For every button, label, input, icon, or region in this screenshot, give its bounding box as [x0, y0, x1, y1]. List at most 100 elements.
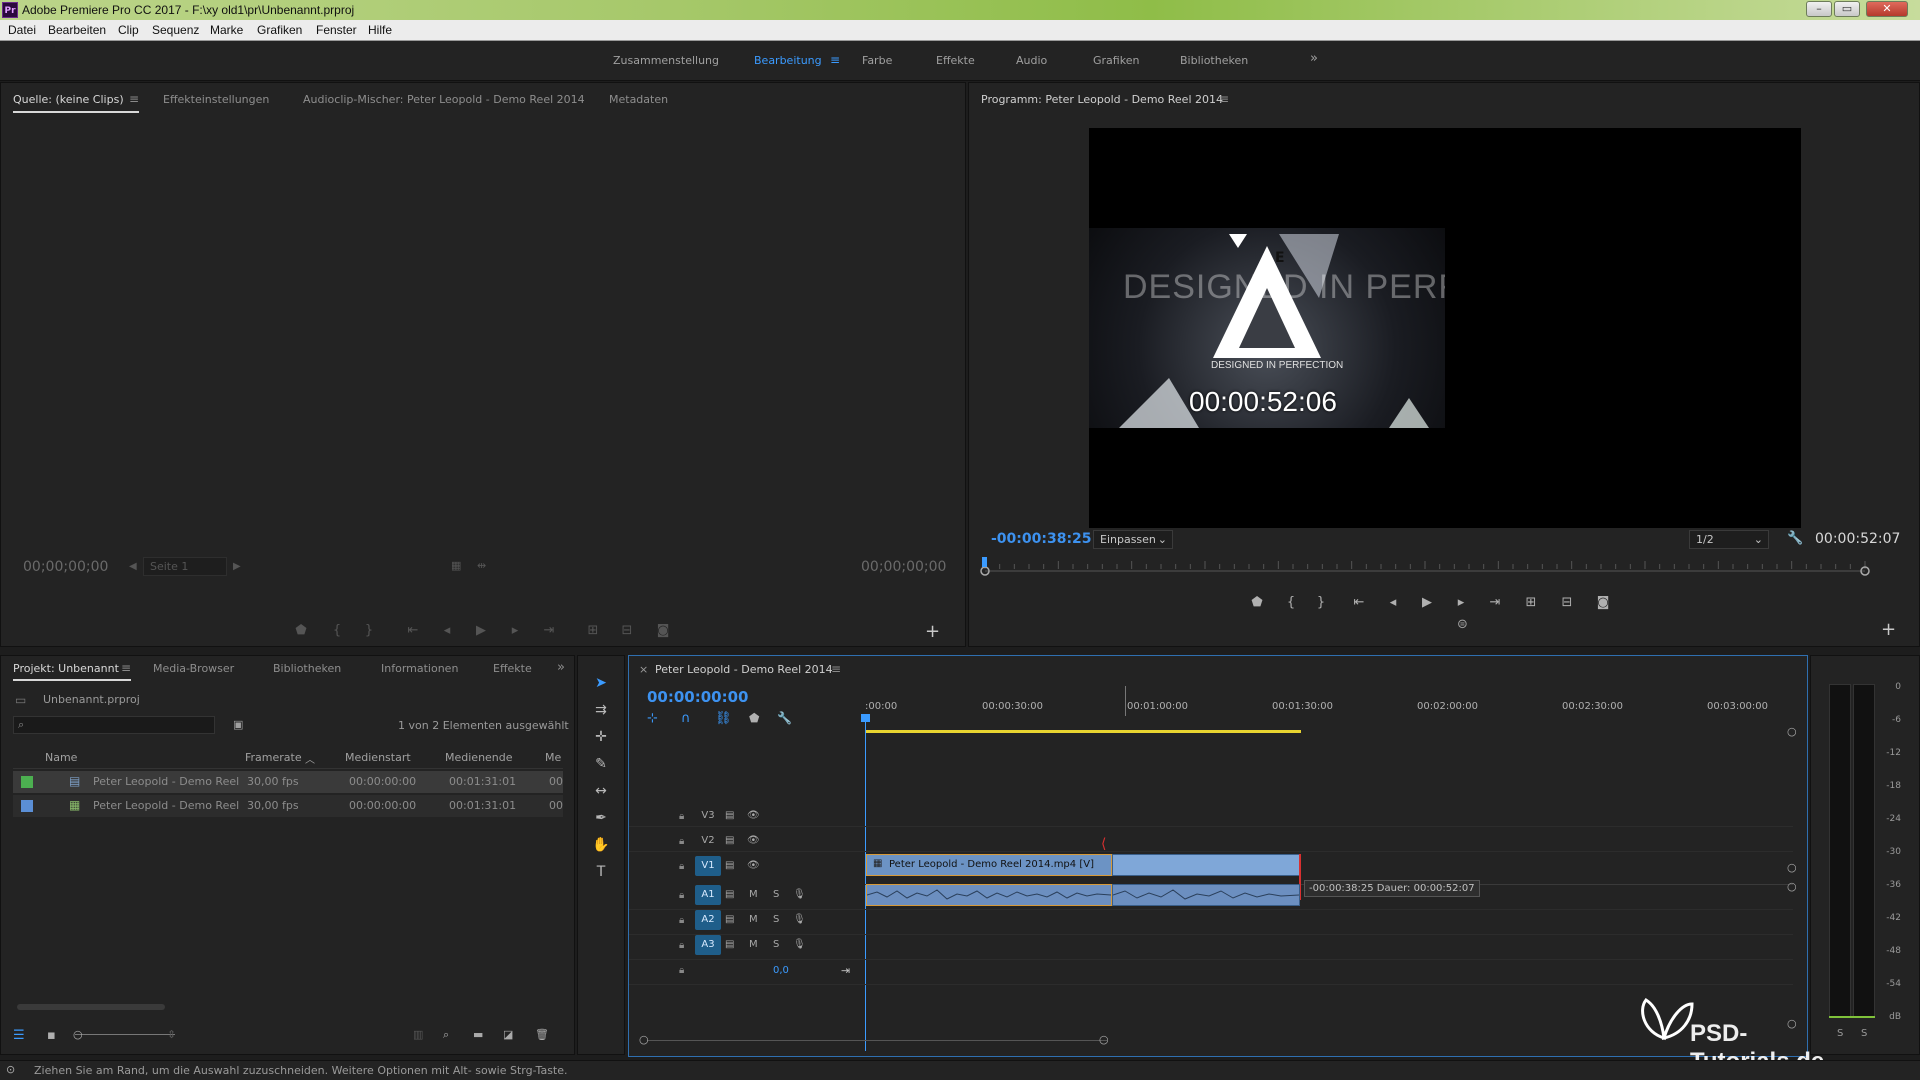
lock-icon[interactable]: 🔒︎	[679, 836, 684, 847]
program-time-ruler[interactable]	[979, 557, 1879, 577]
solo-button[interactable]: S	[773, 889, 779, 900]
zoom-handle-left[interactable]: ○	[639, 1033, 649, 1046]
icon-view-icon[interactable]: ▪	[47, 1028, 56, 1043]
timeline-close-icon[interactable]: ×	[639, 663, 648, 676]
source-prev-page-icon[interactable]: ◀	[129, 561, 137, 572]
lock-icon[interactable]: 🔒︎	[679, 811, 684, 822]
find-icon[interactable]: ⌕	[443, 1028, 449, 1042]
solo-button[interactable]: S	[773, 939, 779, 950]
lock-icon[interactable]: 🔒︎	[679, 915, 684, 926]
workspace-audio[interactable]: Audio	[1016, 54, 1047, 67]
label-color-swatch[interactable]	[21, 776, 33, 788]
sort-icon[interactable]: ⇕	[167, 1028, 176, 1041]
pen-tool-icon[interactable]: ✒	[590, 807, 612, 829]
tab-media-browser[interactable]: Media-Browser	[153, 662, 234, 675]
menu-sequenz[interactable]: Sequenz	[152, 23, 199, 37]
source-step-forward-icon[interactable]: ▸	[505, 623, 525, 638]
track-a3-label[interactable]: A3	[695, 935, 721, 955]
program-add-button-icon[interactable]: +	[1881, 619, 1896, 640]
source-safe-margins-icon[interactable]: ▦	[451, 559, 461, 572]
slip-tool-icon[interactable]: ↔	[590, 780, 612, 802]
track-v2-label[interactable]: V2	[695, 831, 721, 851]
menu-bearbeiten[interactable]: Bearbeiten	[48, 23, 106, 37]
source-panel-menu-icon[interactable]: ≡	[129, 92, 139, 106]
tab-source[interactable]: Quelle: (keine Clips)	[13, 93, 124, 106]
audio-scroll-handle-top[interactable]: ○	[1787, 880, 1797, 893]
new-search-bin-icon[interactable]: ▣	[233, 718, 243, 731]
audio-clip-trimmed[interactable]	[866, 884, 1112, 906]
microphone-icon[interactable]: 🎙︎	[793, 939, 806, 950]
hand-tool-icon[interactable]: ✋	[590, 834, 612, 856]
timeline-zoom-scrollbar[interactable]	[647, 1040, 1107, 1041]
step-forward-icon[interactable]: ▸	[1451, 595, 1471, 610]
program-panel-menu-icon[interactable]: ≡	[1219, 92, 1229, 106]
tab-effect-controls[interactable]: Effekteinstellungen	[163, 93, 269, 106]
sync-lock-icon[interactable]: ▤	[725, 939, 734, 950]
mark-in-icon[interactable]: {	[1281, 595, 1301, 610]
source-add-button-icon[interactable]: +	[925, 621, 940, 642]
source-mark-in-icon[interactable]: {	[327, 623, 347, 638]
master-volume-value[interactable]: 0,0	[773, 965, 789, 976]
timeline-ruler[interactable]: :00:00 00:00:30:00 00:01:00:00 00:01:30:…	[865, 701, 1785, 717]
column-media-start[interactable]: Medienstart	[345, 751, 411, 764]
workspace-overflow-icon[interactable]: »	[1310, 51, 1318, 66]
label-color-swatch[interactable]	[21, 800, 33, 812]
source-go-to-in-icon[interactable]: ⇤	[403, 623, 423, 638]
program-resolution-select[interactable]: 1/2 ⌄	[1689, 530, 1769, 549]
trash-icon[interactable]: 🗑	[535, 1028, 549, 1041]
track-v1-label[interactable]: V1	[695, 856, 721, 876]
source-play-icon[interactable]: ▶	[471, 623, 491, 638]
nest-sequence-icon[interactable]: ⊹	[647, 711, 658, 726]
video-clip-trimmed[interactable]: ▦ Peter Leopold - Demo Reel 2014.mp4 [V]	[866, 854, 1112, 876]
source-drag-icon[interactable]: ⇹	[477, 559, 486, 572]
tab-metadata[interactable]: Metadaten	[609, 93, 668, 106]
tab-effects[interactable]: Effekte	[493, 662, 532, 675]
menu-marke[interactable]: Marke	[210, 23, 243, 37]
workspace-menu-icon[interactable]: ≡	[830, 53, 840, 67]
project-search-input[interactable]: ⌕	[13, 716, 215, 734]
menu-grafiken[interactable]: Grafiken	[257, 23, 302, 37]
column-media-end[interactable]: Medienende	[445, 751, 513, 764]
sort-ascending-icon[interactable]: ︿	[305, 751, 315, 766]
eye-icon[interactable]: 👁︎	[747, 860, 760, 871]
workspace-zusammenstellung[interactable]: Zusammenstellung	[613, 54, 719, 67]
sync-lock-icon[interactable]: ▤	[725, 889, 734, 900]
source-step-back-icon[interactable]: ◂	[437, 623, 457, 638]
play-icon[interactable]: ▶	[1417, 595, 1437, 610]
program-playhead[interactable]	[982, 557, 987, 567]
sync-lock-icon[interactable]: ▤	[725, 860, 734, 871]
add-marker-icon[interactable]: ⬟	[1247, 595, 1267, 610]
zoom-handle-right[interactable]: ○	[1099, 1033, 1109, 1046]
track-select-tool-icon[interactable]: ⇉	[590, 699, 612, 721]
tab-project[interactable]: Projekt: Unbenannt	[13, 662, 119, 675]
column-more[interactable]: Me	[545, 751, 561, 764]
export-frame-icon[interactable]: ◙	[1593, 595, 1613, 610]
video-clip[interactable]	[1112, 854, 1300, 876]
microphone-icon[interactable]: 🎙︎	[793, 889, 806, 900]
timeline-timecode[interactable]: 00:00:00:00	[647, 688, 749, 706]
tab-timeline-sequence[interactable]: Peter Leopold - Demo Reel 2014	[655, 663, 833, 676]
mute-button[interactable]: M	[749, 889, 758, 900]
source-timecode-left[interactable]: 00;00;00;00	[23, 559, 108, 575]
project-panel-menu-icon[interactable]: ≡	[121, 661, 131, 675]
video-scroll-handle-top[interactable]: ○	[1787, 725, 1797, 738]
eye-icon[interactable]: 👁︎	[747, 810, 760, 821]
workspace-bearbeitung[interactable]: Bearbeitung	[754, 54, 822, 67]
linked-selection-icon[interactable]: ⛓	[715, 711, 732, 726]
eye-icon[interactable]: 👁︎	[747, 835, 760, 846]
workspace-effekte[interactable]: Effekte	[936, 54, 975, 67]
track-v3-label[interactable]: V3	[695, 806, 721, 826]
close-button[interactable]: ✕	[1866, 1, 1908, 17]
tab-libraries[interactable]: Bibliotheken	[273, 662, 341, 675]
tab-audio-clip-mixer[interactable]: Audioclip-Mischer: Peter Leopold - Demo …	[303, 93, 585, 106]
lock-icon[interactable]: 🔒︎	[679, 940, 684, 951]
zoom-slider[interactable]	[75, 1034, 175, 1035]
snap-magnet-icon[interactable]: ∩	[681, 711, 691, 726]
extract-icon[interactable]: ⊟	[1557, 595, 1577, 610]
source-overwrite-icon[interactable]: ⊟	[617, 623, 637, 638]
tab-info[interactable]: Informationen	[381, 662, 458, 675]
zoom-slider-handle[interactable]: ○	[73, 1028, 83, 1041]
solo-button[interactable]: S	[773, 914, 779, 925]
automate-to-sequence-icon[interactable]: ▥	[413, 1028, 423, 1041]
menu-fenster[interactable]: Fenster	[316, 23, 357, 37]
